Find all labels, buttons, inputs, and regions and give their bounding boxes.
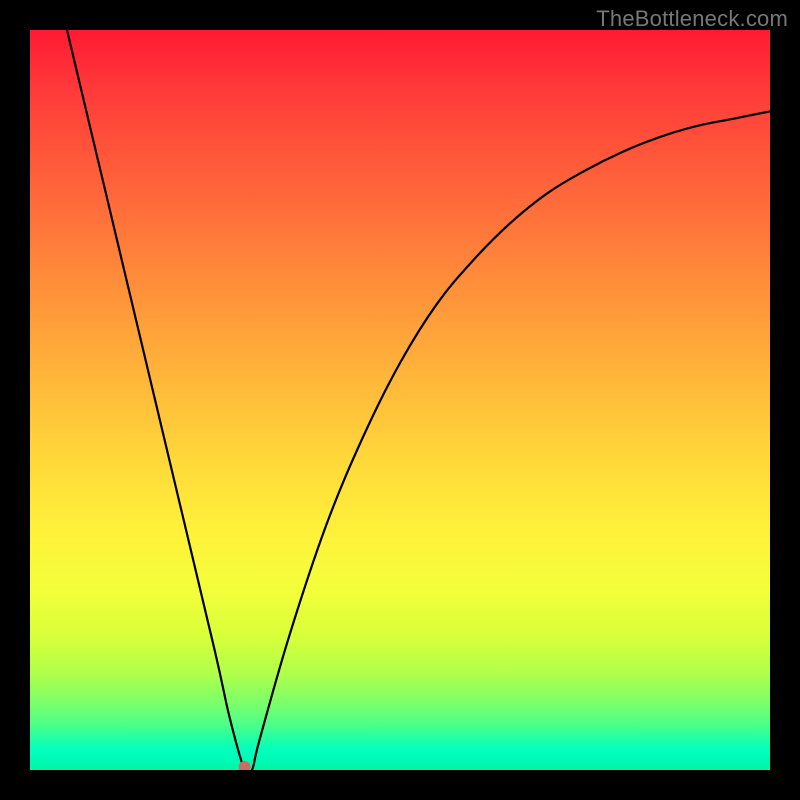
plot-area [30,30,770,770]
min-point-dot [239,761,251,770]
curve-svg [30,30,770,770]
bottleneck-curve [67,30,770,770]
chart-frame: TheBottleneck.com [0,0,800,800]
watermark-text: TheBottleneck.com [596,6,788,32]
